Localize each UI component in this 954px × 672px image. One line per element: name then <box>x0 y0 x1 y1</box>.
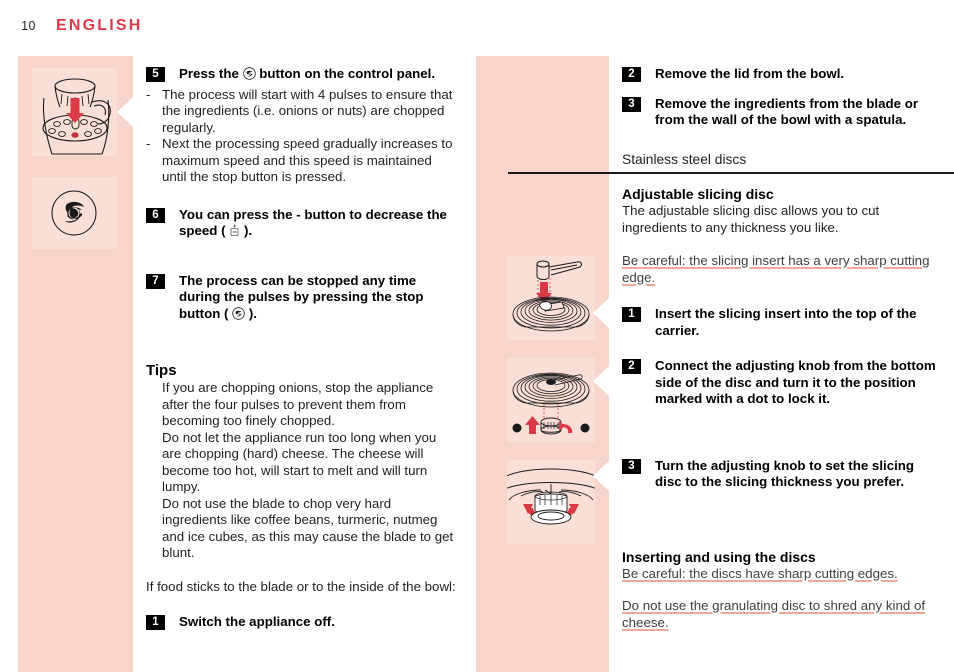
step-text: The process can be stopped any time duri… <box>179 273 445 323</box>
section-heading-stainless-steel-discs: Stainless steel discs <box>622 151 747 167</box>
pulse-button-icon <box>232 306 245 320</box>
left-text-column: 5 Press the button on the control panel.… <box>146 66 456 643</box>
warning-granulating-disc-cheese: Do not use the granulating disc to shred… <box>622 598 926 630</box>
step-5: 5 Press the button on the control panel. <box>146 66 456 83</box>
tip-item: If you are chopping onions, stop the app… <box>162 380 434 428</box>
step-number: 3 <box>622 96 641 112</box>
step-number: 2 <box>622 359 641 374</box>
step-number: 5 <box>146 67 165 82</box>
callout-notch-figure-1 <box>117 97 133 127</box>
step-text: Press the button on the control panel. <box>179 66 435 83</box>
step-number: 3 <box>622 458 641 474</box>
step-number: 2 <box>622 67 641 82</box>
step-2-remove-lid: 2 Remove the lid from the bowl. <box>622 66 940 83</box>
tip-item: Do not let the appliance run too long wh… <box>162 429 437 495</box>
tips-heading: Tips <box>146 362 177 379</box>
pulse-button-closeup-illustration <box>32 177 117 249</box>
step-text: You can press the - button to decrease t… <box>179 207 456 240</box>
step-text-after: button on the control panel. <box>259 66 436 81</box>
step-number: 7 <box>146 273 165 289</box>
warning-discs-sharp: Be careful: the discs have sharp cutting… <box>622 565 898 581</box>
slicing-insert-into-carrier-illustration <box>507 256 595 340</box>
step-number: 1 <box>622 307 641 322</box>
callout-notch-figure-4 <box>593 366 609 396</box>
dash-marker: - <box>146 86 151 102</box>
callout-notch-figure-3 <box>593 298 609 328</box>
minus-button-icon <box>229 224 240 237</box>
page-number: 10 <box>21 19 36 33</box>
sub-heading-inserting-using-discs: Inserting and using the discs <box>622 548 816 565</box>
step-text-after: ). <box>243 223 253 238</box>
step-6: 6 You can press the - button to decrease… <box>146 207 456 240</box>
step-text: Remove the lid from the bowl. <box>655 66 845 81</box>
step-number: 6 <box>146 207 165 223</box>
warning-slicing-insert-sharp: Be careful: the slicing insert has a ver… <box>622 253 930 285</box>
step-text: Insert the slicing insert into the top o… <box>655 306 917 338</box>
step-2-connect-adjusting-knob: 2 Connect the adjusting knob from the bo… <box>622 358 940 408</box>
step-text: Switch the appliance off. <box>179 614 335 629</box>
step-number: 1 <box>146 615 165 630</box>
bowl-press-button-illustration <box>32 68 117 156</box>
turn-adjusting-knob-illustration <box>507 460 595 544</box>
step-text: Remove the ingredients from the blade or… <box>655 95 919 128</box>
step-7: 7 The process can be stopped any time du… <box>146 273 456 323</box>
adjusting-knob-bottom-illustration <box>507 358 595 442</box>
step-text-before: Press the <box>179 66 239 81</box>
tip-item: Do not use the blade to chop very hard i… <box>162 495 454 561</box>
pulse-button-icon <box>242 67 256 80</box>
page-header: 10 ENGLISH <box>0 14 460 38</box>
step-1-switch-off: 1 Switch the appliance off. <box>146 614 456 631</box>
step-text: Connect the adjusting knob from the bott… <box>655 358 936 406</box>
page-language-title: ENGLISH <box>56 17 143 34</box>
right-text-column: 2 Remove the lid from the bowl. 3 Remove… <box>622 66 940 167</box>
dash-item-text: Next the processing speed gradually incr… <box>162 136 453 184</box>
step-3-remove-ingredients: 3 Remove the ingredients from the blade … <box>622 96 940 129</box>
dash-marker: - <box>146 136 151 151</box>
right-text-column-lower: Adjustable slicing disc The adjustable s… <box>622 186 940 631</box>
dash-item: - Next the processing speed gradually in… <box>146 136 456 186</box>
step-text-before: The process can be stopped any time duri… <box>179 272 424 321</box>
food-sticks-note: If food sticks to the blade or to the in… <box>146 578 456 594</box>
step-text-before: You can press the - button to decrease t… <box>179 206 447 239</box>
step-text: Turn the adjusting knob to set the slici… <box>655 457 915 490</box>
callout-notch-figure-5 <box>593 461 609 491</box>
adjustable-slicing-disc-intro: The adjustable slicing disc allows you t… <box>622 203 880 235</box>
manual-page: 10 ENGLISH 5 Press the button on the con… <box>0 0 954 672</box>
step-3-turn-adjusting-knob: 3 Turn the adjusting knob to set the sli… <box>622 458 940 491</box>
section-divider <box>508 172 954 174</box>
dash-item: - The process will start with 4 pulses t… <box>146 87 456 137</box>
dash-item-text: The process will start with 4 pulses to … <box>162 86 453 135</box>
step-1-insert-slicing-insert: 1 Insert the slicing insert into the top… <box>622 306 940 339</box>
sub-heading-adjustable-slicing-disc: Adjustable slicing disc <box>622 186 774 202</box>
step-text-after: ). <box>248 305 257 321</box>
